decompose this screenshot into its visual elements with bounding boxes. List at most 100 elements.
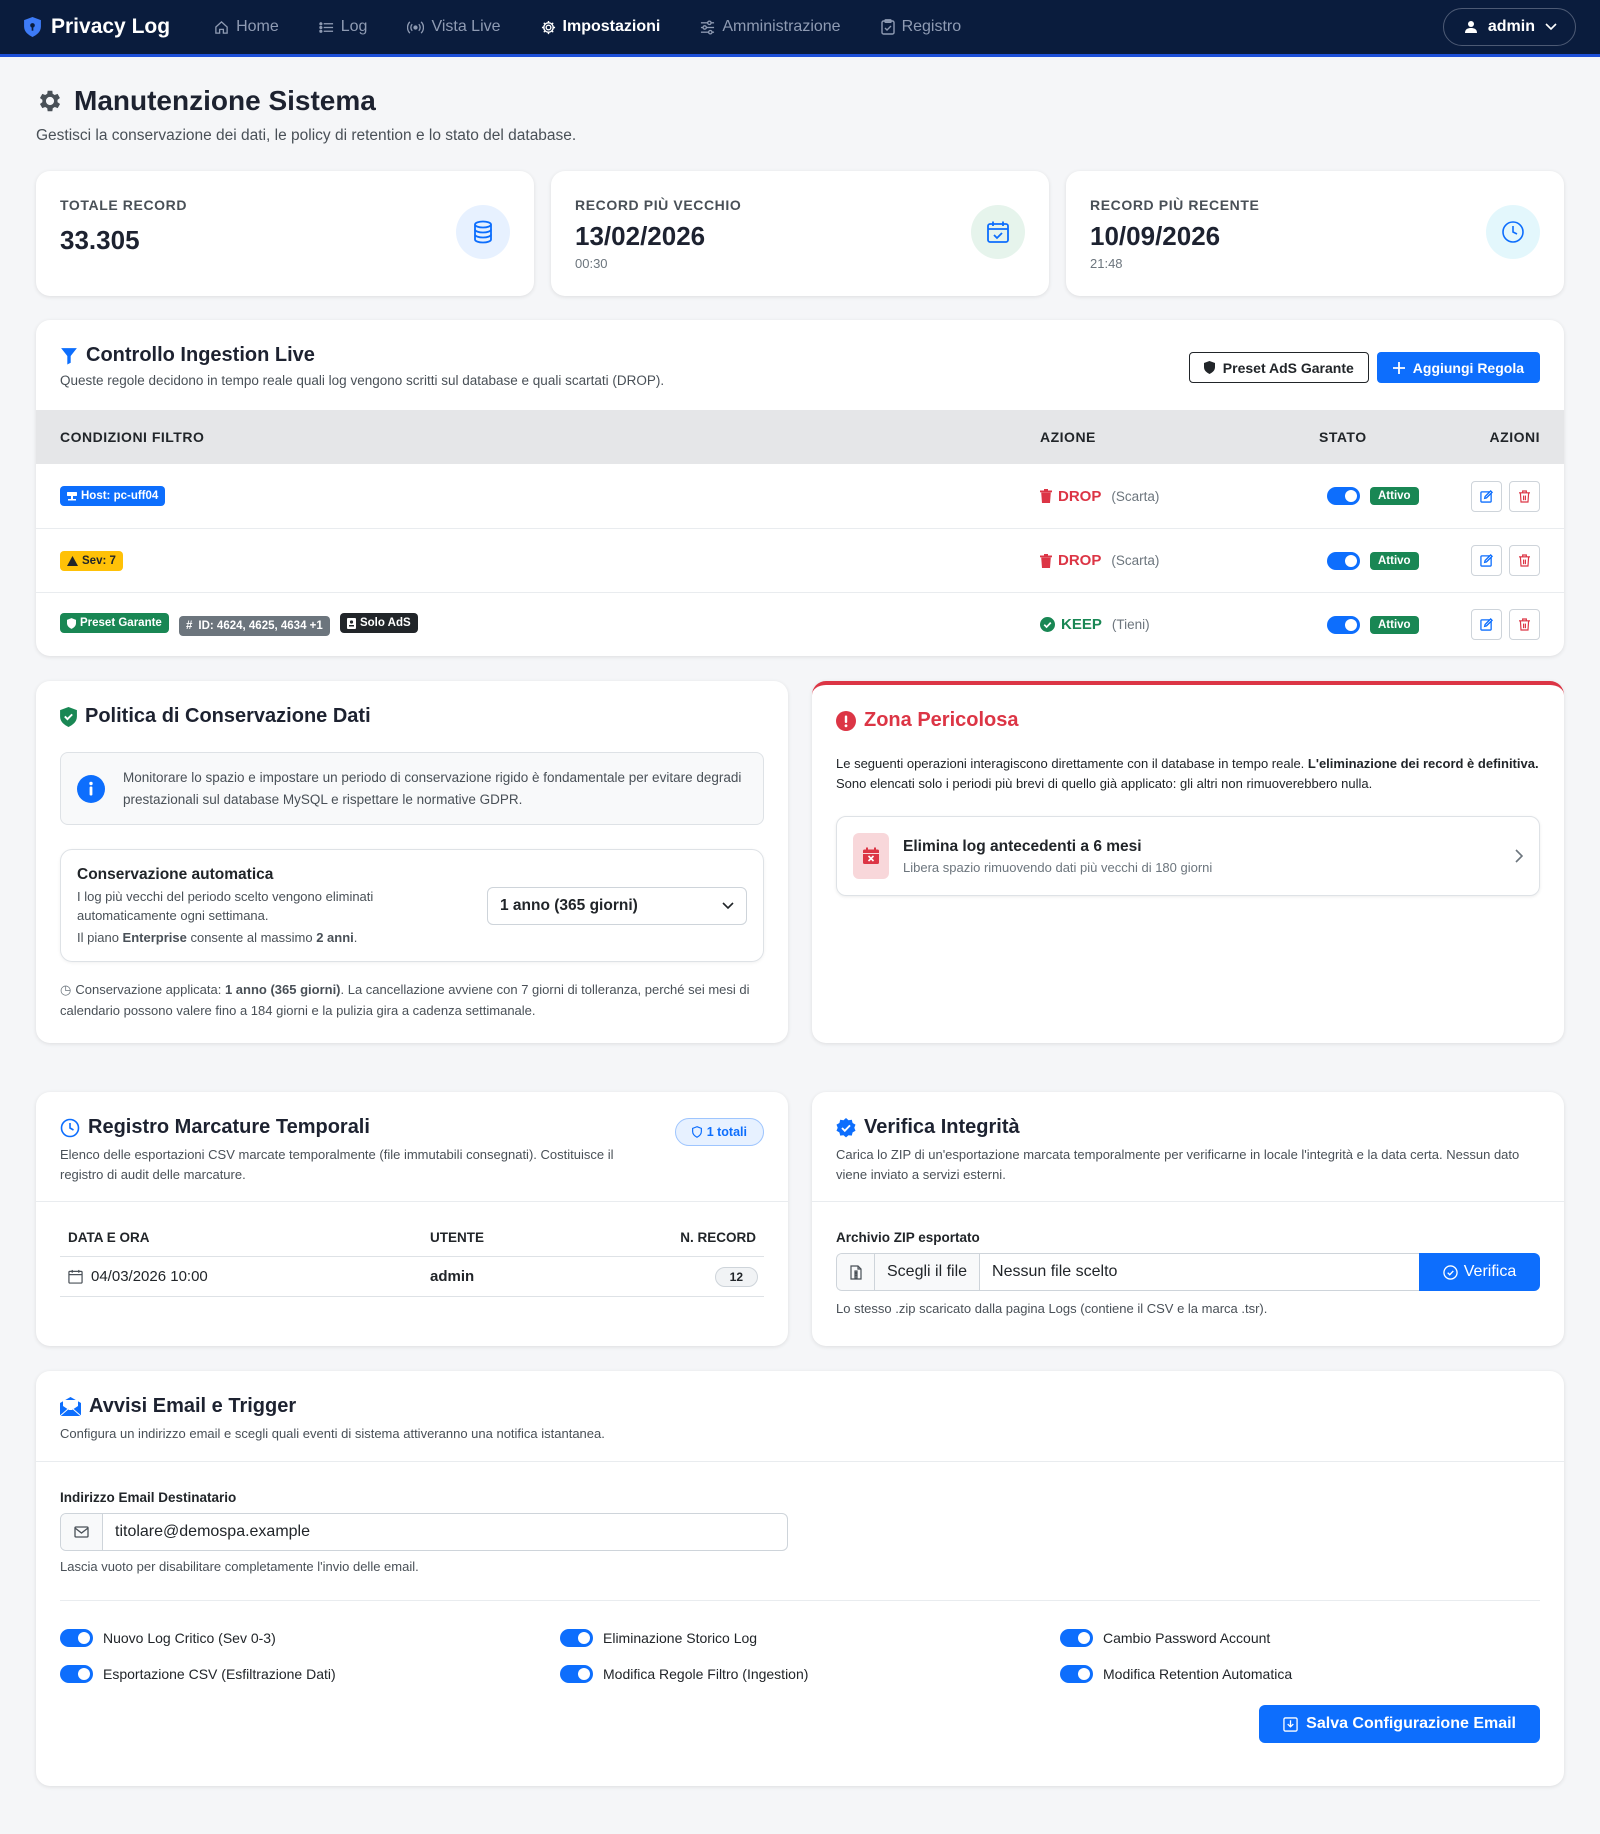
user-menu[interactable]: admin xyxy=(1442,8,1576,46)
retention-period-select[interactable]: 1 anno (365 giorni) xyxy=(487,886,747,925)
rule-action: KEEP (Tieni) xyxy=(1040,616,1315,633)
zip-file-input[interactable]: Scegli il file Nessun file scelto xyxy=(836,1253,1419,1291)
toggle-filter-rules[interactable]: Modifica Regole Filtro (Ingestion) xyxy=(560,1665,1060,1683)
timestamps-count: 1 totali xyxy=(706,1125,747,1139)
timestamps-title: Registro Marcature Temporali xyxy=(88,1116,370,1138)
edit-icon xyxy=(1480,618,1493,631)
toggle-label: Eliminazione Storico Log xyxy=(603,1630,758,1646)
chevron-down-icon xyxy=(722,901,734,909)
rule-tag: Solo AdS xyxy=(339,613,418,634)
rule-toggle[interactable] xyxy=(1327,487,1360,505)
user-icon xyxy=(1464,21,1477,33)
home-icon xyxy=(215,20,228,34)
stat-sub: 21:48 xyxy=(1090,256,1123,271)
stat-sub: 00:30 xyxy=(575,256,608,271)
rule-toggle[interactable] xyxy=(1327,615,1360,634)
delete-rule-button[interactable] xyxy=(1509,545,1540,576)
save-email-config-label: Salva Configurazione Email xyxy=(1306,1715,1516,1732)
rule-tag-text: ID: 4624, 4625, 4634 +1 xyxy=(198,619,323,632)
toggle-critical-log[interactable]: Nuovo Log Critico (Sev 0-3) xyxy=(60,1629,560,1647)
envelope-icon xyxy=(60,1397,81,1416)
switch[interactable] xyxy=(560,1629,593,1647)
rules-table-header: CONDIZIONI FILTRO AZIONE STATO AZIONI xyxy=(36,410,1564,464)
rule-action-label: KEEP xyxy=(1061,616,1102,633)
add-rule-button[interactable]: Aggiungi Regola xyxy=(1376,352,1540,383)
nav-vista-live[interactable]: Vista Live xyxy=(407,18,501,36)
nav-amministrazione[interactable]: Amministrazione xyxy=(700,18,841,36)
nav-impostazioni[interactable]: Impostazioni xyxy=(541,18,661,36)
toggle-label: Modifica Retention Automatica xyxy=(1103,1666,1293,1682)
alert-circle-icon xyxy=(836,710,856,731)
verified-badge-icon xyxy=(836,1117,856,1137)
stat-oldest-record: RECORD PIÙ VECCHIO 13/02/2026 00:30 xyxy=(551,171,1049,296)
rule-tag-text: Sev: 7 xyxy=(82,554,116,567)
toggle-retention-change[interactable]: Modifica Retention Automatica xyxy=(1060,1665,1540,1683)
envelope-icon xyxy=(61,1514,103,1550)
retention-card: Politica di Conservazione Dati Monitorar… xyxy=(36,681,788,1043)
record-count-badge: 12 xyxy=(714,1266,758,1287)
page-subtitle: Gestisci la conservazione dei dati, le p… xyxy=(36,127,577,144)
email-input[interactable]: titolare@demospa.example xyxy=(103,1514,322,1550)
switch[interactable] xyxy=(1060,1629,1093,1647)
rule-tag-text: Solo AdS xyxy=(359,617,411,630)
delete-rule-button[interactable] xyxy=(1509,480,1540,512)
nav-home[interactable]: Home xyxy=(214,18,279,36)
rule-action: DROP (Scarta) xyxy=(1040,552,1315,569)
verify-button[interactable]: Verifica xyxy=(1419,1253,1540,1291)
delete-rule-button[interactable] xyxy=(1509,609,1540,640)
choose-file-button[interactable]: Scegli il file xyxy=(875,1254,981,1290)
edit-rule-button[interactable] xyxy=(1471,480,1502,512)
rule-tag-text: Host: pc-uff04 xyxy=(81,490,159,502)
switch[interactable] xyxy=(1060,1665,1093,1683)
chevron-down-icon xyxy=(1545,23,1557,31)
toggle-log-deletion[interactable]: Eliminazione Storico Log xyxy=(560,1629,1060,1647)
column-header: UTENTE xyxy=(430,1229,484,1245)
calendar-x-icon xyxy=(853,833,889,880)
trash-icon xyxy=(1519,489,1530,503)
status-badge: Attivo xyxy=(1370,487,1419,505)
edit-rule-button[interactable] xyxy=(1471,545,1502,576)
nav-impostazioni-label: Impostazioni xyxy=(562,18,661,35)
ingestion-title: Controllo Ingestion Live xyxy=(86,344,315,366)
timestamp-user: admin xyxy=(430,1268,475,1285)
retention-info-text: Monitorare lo spazio e impostare un peri… xyxy=(123,770,742,807)
filter-icon xyxy=(61,347,77,364)
auto-retention-box: Conservazione automatica I log più vecch… xyxy=(60,849,764,962)
rule-action-label: DROP xyxy=(1058,487,1102,505)
email-input-group[interactable]: titolare@demospa.example xyxy=(60,1513,788,1551)
clock-icon xyxy=(1486,205,1540,259)
retention-period-value: 1 anno (365 giorni) xyxy=(500,896,638,914)
nav-registro[interactable]: Registro xyxy=(880,18,962,36)
edit-icon xyxy=(1480,554,1493,567)
brand[interactable]: Privacy Log xyxy=(24,15,170,39)
switch[interactable] xyxy=(60,1665,93,1683)
delete-old-logs-desc: Libera spazio rimuovendo dati più vecchi… xyxy=(903,859,1213,875)
retention-title: Politica di Conservazione Dati xyxy=(85,705,371,727)
column-header: AZIONI xyxy=(1489,429,1540,445)
toggle-password-change[interactable]: Cambio Password Account xyxy=(1060,1629,1540,1647)
list-icon xyxy=(319,21,333,33)
nav-home-label: Home xyxy=(236,18,279,35)
nav-log[interactable]: Log xyxy=(319,18,367,36)
shield-icon xyxy=(67,617,76,629)
switch[interactable] xyxy=(560,1665,593,1683)
rule-action-note: (Scarta) xyxy=(1111,553,1160,568)
shield-icon xyxy=(1203,361,1215,374)
check-circle-icon xyxy=(1040,617,1055,632)
toggle-csv-export[interactable]: Esportazione CSV (Esfiltrazione Dati) xyxy=(60,1665,560,1683)
user-name: admin xyxy=(1487,18,1535,35)
shield-check-icon xyxy=(60,706,77,727)
email-help-text: Lascia vuoto per disabilitare completame… xyxy=(60,1559,419,1574)
save-email-config-button[interactable]: Salva Configurazione Email xyxy=(1259,1705,1540,1743)
edit-rule-button[interactable] xyxy=(1471,609,1502,640)
email-title: Avvisi Email e Trigger xyxy=(89,1395,297,1417)
preset-ads-garante-button[interactable]: Preset AdS Garante xyxy=(1188,352,1369,383)
nav-amministrazione-label: Amministrazione xyxy=(722,18,841,35)
verify-label: Verifica xyxy=(1463,1263,1517,1280)
delete-old-logs-item[interactable]: Elimina log antecedenti a 6 mesi Libera … xyxy=(836,816,1540,897)
database-icon xyxy=(456,205,510,259)
nav-registro-label: Registro xyxy=(901,18,962,35)
timestamps-card: Registro Marcature Temporali Elenco dell… xyxy=(36,1092,788,1346)
rule-toggle[interactable] xyxy=(1327,551,1360,570)
switch[interactable] xyxy=(60,1629,93,1647)
